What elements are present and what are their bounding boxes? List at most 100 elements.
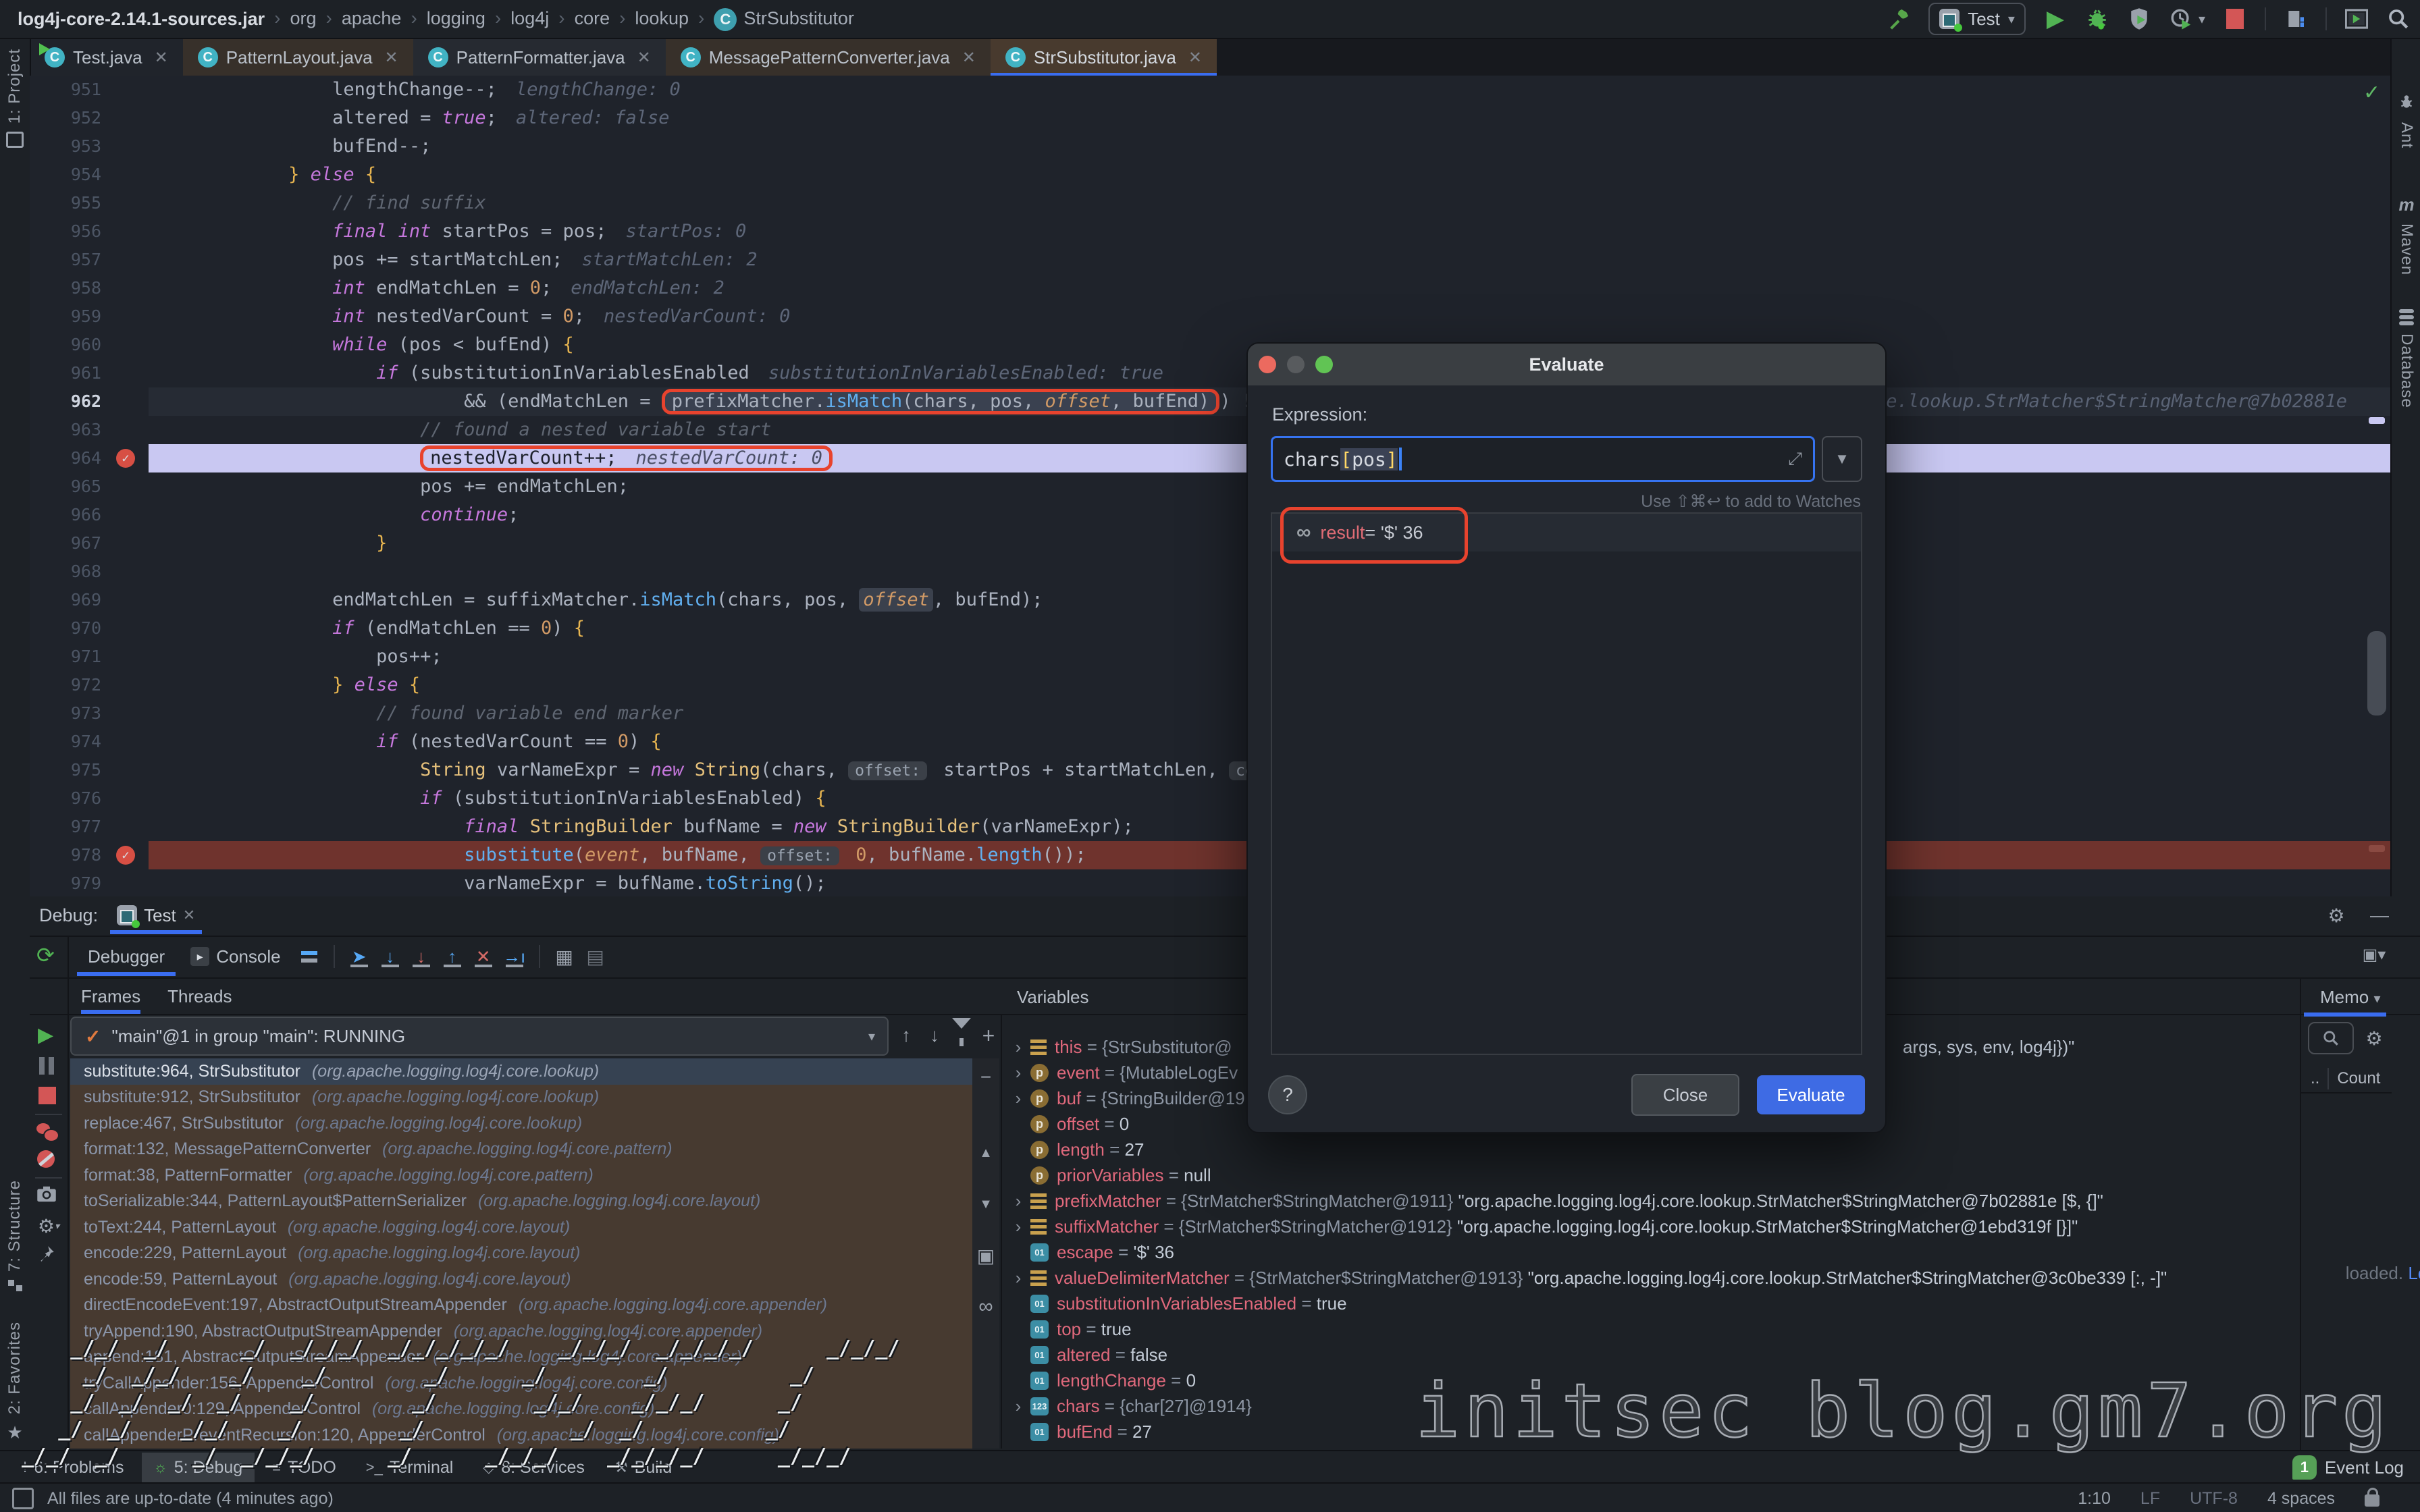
debug-button[interactable] (2085, 7, 2109, 31)
sidebar-item-ant[interactable]: Ant (2392, 93, 2420, 148)
editor-tab-patternlayout-java[interactable]: CPatternLayout.java✕ (183, 39, 413, 76)
code-line-951[interactable]: 951 lengthChange--;lengthChange: 0 (30, 76, 2390, 104)
code-line-975[interactable]: 975 String varNameExpr = new String(char… (30, 756, 2390, 784)
scroll-down-icon[interactable]: ▼ (972, 1191, 999, 1218)
variable-row-bufEnd[interactable]: 01bufEnd = 27 (1006, 1419, 2301, 1444)
run-configuration-select[interactable]: Test ▾ (1928, 3, 2026, 35)
dialog-title-bar[interactable]: Evaluate (1248, 344, 1885, 385)
breadcrumb-item[interactable]: lookup (635, 8, 689, 28)
variable-row-length[interactable]: plength = 27 (1006, 1137, 2301, 1162)
stack-frame[interactable]: callAppenderPreventRecursion:120, Append… (70, 1422, 972, 1449)
caret-position[interactable]: 1:10 (2078, 1489, 2111, 1509)
memory-search-input[interactable] (2308, 1022, 2354, 1054)
evaluate-button[interactable]: Evaluate (1757, 1075, 1865, 1114)
breadcrumb-item[interactable]: logging (427, 8, 485, 28)
sidebar-item-maven[interactable]: m Maven (2392, 194, 2420, 275)
breadcrumb-root[interactable]: log4j-core-2.14.1-sources.jar (18, 9, 265, 30)
run-button[interactable]: ▶ (2043, 7, 2068, 31)
hide-panel-icon[interactable]: — (2366, 902, 2393, 929)
toolwindow-button-6--problems[interactable]: !6: Problems (11, 1453, 136, 1482)
stop-button[interactable] (2223, 7, 2247, 31)
view-options-icon[interactable]: ▤ (582, 943, 609, 970)
breadcrumb-item[interactable]: log4j (510, 8, 549, 28)
rerun-icon[interactable]: ⟳ (36, 942, 55, 968)
close-button[interactable]: Close (1631, 1074, 1739, 1116)
stop-icon[interactable] (38, 1087, 56, 1104)
expand-chevron-icon[interactable]: › (1006, 1088, 1030, 1109)
stack-frame[interactable]: format:132, MessagePatternConverter (org… (70, 1137, 972, 1163)
scroll-up-icon[interactable]: ▲ (972, 1139, 999, 1166)
expand-chevron-icon[interactable]: › (1006, 1216, 1030, 1237)
editor-tab-strsubstitutor-java[interactable]: CStrSubstitutor.java✕ (991, 39, 1217, 76)
tab-threads[interactable]: Threads (167, 986, 232, 1007)
file-encoding[interactable]: UTF-8 (2190, 1489, 2238, 1509)
code-line-952[interactable]: 952 altered = true;altered: false (30, 104, 2390, 132)
add-watch-icon[interactable]: + (975, 1022, 1002, 1049)
code-line-960[interactable]: 960 while (pos < bufEnd) { (30, 331, 2390, 359)
sidebar-item-favorites[interactable]: 2: Favorites ★ (0, 1322, 30, 1443)
code-line-969[interactable]: 969 endMatchLen = suffixMatcher.isMatch(… (30, 586, 2390, 614)
step-over-icon[interactable]: ↓ (377, 946, 404, 967)
run-anything-icon[interactable] (2344, 7, 2369, 31)
stack-frame[interactable]: replace:467, StrSubstitutor (org.apache.… (70, 1110, 972, 1137)
code-line-959[interactable]: 959 int nestedVarCount = 0;nestedVarCoun… (30, 302, 2390, 331)
show-execution-point-icon[interactable]: ➤ (346, 946, 373, 967)
lock-icon[interactable] (2365, 1494, 2379, 1507)
variable-row-substitutionInVariablesEnabled[interactable]: 01substitutionInVariablesEnabled = true (1006, 1291, 2301, 1316)
stack-frame[interactable]: directEncodeEvent:197, AbstractOutputStr… (70, 1293, 972, 1319)
toolwindow-button-terminal[interactable]: >_Terminal (354, 1453, 466, 1482)
code-line-972[interactable]: 972 } else { (30, 671, 2390, 699)
editor-tab-test-java[interactable]: CTest.java✕ (30, 39, 183, 76)
variable-row-top[interactable]: 01top = true (1006, 1316, 2301, 1342)
profiler-chevron-icon[interactable]: ▾ (2199, 11, 2205, 28)
expand-chevron-icon[interactable]: › (1006, 1062, 1030, 1083)
code-line-958[interactable]: 958 int endMatchLen = 0;endMatchLen: 2 (30, 274, 2390, 302)
tab-console[interactable]: ▸ Console (180, 946, 291, 967)
tool-window-switcher-icon[interactable] (12, 1488, 34, 1509)
tab-debugger[interactable]: Debugger (77, 937, 176, 976)
stack-frame[interactable]: tryAppend:190, AbstractOutputStreamAppen… (70, 1318, 972, 1345)
filter-frames-icon[interactable] (952, 1029, 971, 1041)
code-line-956[interactable]: 956 final int startPos = pos;startPos: 0 (30, 217, 2390, 246)
tab-frames[interactable]: Frames (81, 979, 140, 1014)
remove-icon[interactable]: − (972, 1064, 999, 1091)
code-line-971[interactable]: 971 pos++; (30, 643, 2390, 671)
sidebar-item-structure[interactable]: 7: Structure (0, 1180, 30, 1291)
stack-frame[interactable]: toText:244, PatternLayout (org.apache.lo… (70, 1214, 972, 1241)
pause-icon[interactable] (39, 1057, 54, 1075)
stack-frame[interactable]: tryCallAppender:156, AppenderControl (or… (70, 1370, 972, 1397)
code-line-962[interactable]: 962 && (endMatchLen = prefixMatcher.isMa… (30, 387, 2390, 416)
stack-frame[interactable]: append:181, AbstractOutputStreamAppender… (70, 1345, 972, 1371)
debug-gear-icon[interactable]: ⚙▾ (35, 1212, 62, 1239)
stack-frame[interactable]: substitute:964, StrSubstitutor (org.apac… (70, 1058, 972, 1085)
close-icon[interactable]: ✕ (962, 48, 976, 68)
expand-chevron-icon[interactable]: › (1006, 1191, 1030, 1212)
thread-dump-camera-icon[interactable] (36, 1185, 57, 1206)
expand-chevron-icon[interactable]: › (1006, 1396, 1030, 1417)
stack-frame[interactable]: toSerializable:344, PatternLayout$Patter… (70, 1189, 972, 1215)
event-log-button[interactable]: 1 Event Log (2292, 1455, 2404, 1480)
run-to-cursor-icon[interactable]: →ı (501, 946, 528, 967)
expand-chevron-icon[interactable]: › (1006, 1268, 1030, 1289)
stack-frame[interactable]: callAppender0:129, AppenderControl (org.… (70, 1397, 972, 1423)
frame-up-icon[interactable]: ↑ (893, 1022, 920, 1049)
code-line-974[interactable]: 974 if (nestedVarCount == 0) { (30, 728, 2390, 756)
sidebar-item-database[interactable]: Database (2392, 309, 2420, 408)
debug-settings-gear-icon[interactable]: ⚙ (2323, 902, 2350, 929)
editor-tab-patternformatter-java[interactable]: CPatternFormatter.java✕ (413, 39, 666, 76)
code-line-953[interactable]: 953 bufEnd--; (30, 132, 2390, 161)
breakpoint-icon[interactable]: ✓ (116, 449, 135, 468)
memory-col-dots[interactable]: .. (2311, 1069, 2319, 1088)
code-line-978[interactable]: 978✓ substitute(event, bufName, offset: … (30, 841, 2390, 869)
memory-settings-gear-icon[interactable]: ⚙ (2361, 1025, 2388, 1052)
variable-row-prefixMatcher[interactable]: ›prefixMatcher = {StrMatcher$StringMatch… (1006, 1188, 2301, 1214)
force-step-into-icon[interactable]: ↓ (408, 946, 435, 967)
load-classes-link[interactable]: Lo (2408, 1263, 2420, 1283)
variable-row-priorVariables[interactable]: ppriorVariables = null (1006, 1162, 2301, 1188)
editor-tab-messagepatternconverter-java[interactable]: CMessagePatternConverter.java✕ (666, 39, 991, 76)
toolwindow-button-5--debug[interactable]: ☼5: Debug (142, 1453, 255, 1482)
code-line-961[interactable]: 961 if (substitutionInVariablesEnabledsu… (30, 359, 2390, 387)
line-separator[interactable]: LF (2140, 1489, 2160, 1509)
tool-windows-icon[interactable] (2284, 7, 2308, 31)
coverage-button[interactable] (2127, 7, 2151, 31)
